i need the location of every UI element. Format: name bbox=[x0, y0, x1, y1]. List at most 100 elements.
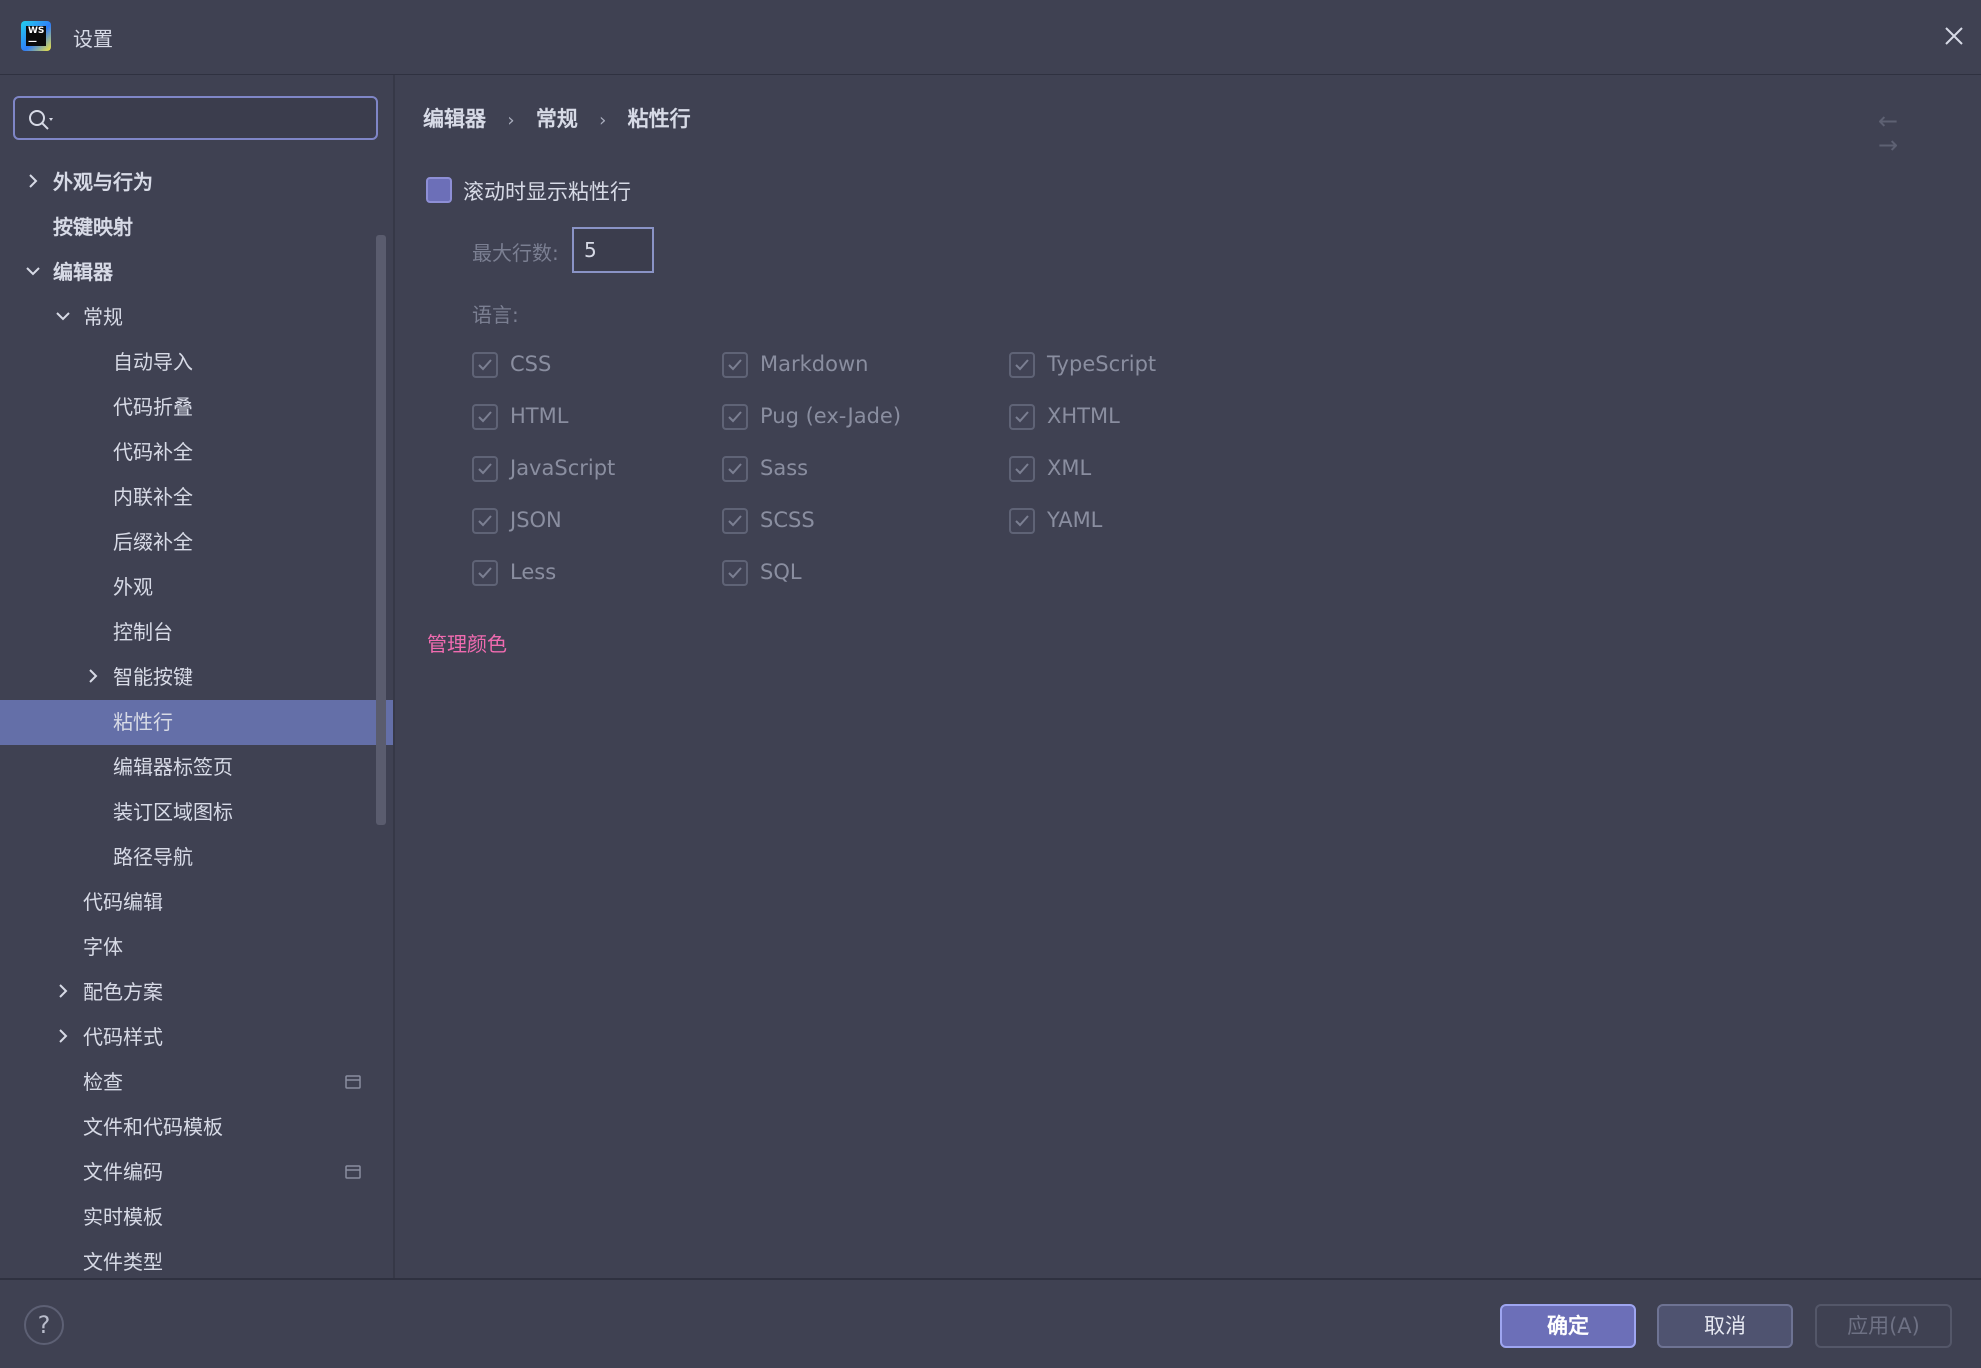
language-checkbox[interactable] bbox=[1009, 404, 1035, 430]
breadcrumb-separator: › bbox=[599, 110, 607, 131]
cancel-button[interactable]: 取消 bbox=[1657, 1304, 1793, 1348]
search-icon bbox=[29, 110, 53, 130]
language-label[interactable]: TypeScript bbox=[1047, 352, 1156, 376]
language-label[interactable]: Pug (ex-Jade) bbox=[760, 404, 901, 428]
language-label[interactable]: JSON bbox=[510, 508, 562, 532]
language-checkbox[interactable] bbox=[472, 404, 498, 430]
sidebar-item-editor[interactable]: 编辑器 bbox=[0, 250, 393, 295]
title-bar: WS — 设置 bbox=[0, 0, 1981, 75]
language-label[interactable]: SCSS bbox=[760, 508, 815, 532]
sidebar-item-code-folding[interactable]: 代码折叠 bbox=[0, 385, 393, 430]
chevron-right-icon bbox=[59, 984, 68, 998]
language-checkbox[interactable] bbox=[722, 404, 748, 430]
sidebar-item-code-editing[interactable]: 代码编辑 bbox=[0, 880, 393, 925]
language-label[interactable]: Less bbox=[510, 560, 556, 584]
language-checkbox[interactable] bbox=[722, 560, 748, 586]
language-checkbox[interactable] bbox=[1009, 508, 1035, 534]
settings-search-input[interactable] bbox=[13, 96, 378, 140]
language-checkbox[interactable] bbox=[722, 508, 748, 534]
language-label[interactable]: XML bbox=[1047, 456, 1091, 480]
chevron-down-icon bbox=[56, 312, 70, 321]
sidebar-item-label: 文件和代码模板 bbox=[83, 1115, 223, 1139]
sidebar-item-smart-keys[interactable]: 智能按键 bbox=[0, 655, 393, 700]
back-arrow-icon[interactable]: ← bbox=[1878, 109, 1908, 133]
sidebar-item-inline-completion[interactable]: 内联补全 bbox=[0, 475, 393, 520]
checkmark-icon bbox=[1015, 359, 1029, 371]
checkmark-icon bbox=[1015, 411, 1029, 423]
chevron-right-icon bbox=[29, 174, 38, 188]
sidebar-item-code-style[interactable]: 代码样式 bbox=[0, 1015, 393, 1060]
sidebar-item-label: 内联补全 bbox=[113, 485, 193, 509]
sidebar-item-file-templates[interactable]: 文件和代码模板 bbox=[0, 1105, 393, 1150]
sidebar-item-label: 配色方案 bbox=[83, 980, 163, 1004]
chevron-right-icon bbox=[59, 1029, 68, 1043]
sidebar-item-label: 代码编辑 bbox=[83, 890, 163, 914]
checkmark-icon bbox=[478, 567, 492, 579]
sidebar-item-keymap[interactable]: 按键映射 bbox=[0, 205, 393, 250]
language-label[interactable]: SQL bbox=[760, 560, 802, 584]
sidebar-item-appearance[interactable]: 外观 bbox=[0, 565, 393, 610]
language-checkbox[interactable] bbox=[472, 508, 498, 534]
sidebar-item-appearance-behavior[interactable]: 外观与行为 bbox=[0, 160, 393, 205]
language-checkbox[interactable] bbox=[472, 456, 498, 482]
breadcrumb-item[interactable]: 常规 bbox=[536, 107, 578, 131]
forward-arrow-icon[interactable]: → bbox=[1878, 133, 1908, 157]
language-label[interactable]: XHTML bbox=[1047, 404, 1120, 428]
sidebar-item-label: 路径导航 bbox=[113, 845, 193, 869]
language-label[interactable]: Markdown bbox=[760, 352, 868, 376]
max-lines-field[interactable] bbox=[572, 227, 654, 273]
ok-button[interactable]: 确定 bbox=[1500, 1304, 1636, 1348]
languages-label: 语言: bbox=[472, 303, 519, 327]
language-checkbox[interactable] bbox=[472, 560, 498, 586]
checkmark-icon bbox=[478, 359, 492, 371]
sidebar-item-label: 文件编码 bbox=[83, 1160, 163, 1184]
max-lines-label: 最大行数: bbox=[472, 241, 559, 265]
apply-button[interactable]: 应用(A) bbox=[1815, 1304, 1952, 1348]
show-sticky-lines-label[interactable]: 滚动时显示粘性行 bbox=[463, 176, 631, 206]
sidebar-item-console[interactable]: 控制台 bbox=[0, 610, 393, 655]
breadcrumb: 编辑器 › 常规 › 粘性行 bbox=[423, 103, 691, 133]
webstorm-logo-icon: WS — bbox=[21, 21, 51, 51]
language-checkbox[interactable] bbox=[722, 352, 748, 378]
manage-colors-link[interactable]: 管理颜色 bbox=[427, 628, 507, 657]
sidebar-item-auto-import[interactable]: 自动导入 bbox=[0, 340, 393, 385]
sidebar-item-label: 粘性行 bbox=[113, 710, 173, 734]
sidebar-item-inspections[interactable]: 检查 bbox=[0, 1060, 393, 1105]
sidebar-item-general[interactable]: 常规 bbox=[0, 295, 393, 340]
settings-sidebar: 外观与行为 按键映射 编辑器 常规 自动导入 代码折叠 代码补全 内联补全 后缀… bbox=[0, 75, 395, 1278]
language-label[interactable]: YAML bbox=[1047, 508, 1102, 532]
close-icon[interactable] bbox=[1942, 24, 1966, 48]
sidebar-item-editor-tabs[interactable]: 编辑器标签页 bbox=[0, 745, 393, 790]
sidebar-item-breadcrumbs[interactable]: 路径导航 bbox=[0, 835, 393, 880]
language-checkbox[interactable] bbox=[472, 352, 498, 378]
chevron-right-icon bbox=[89, 669, 98, 683]
breadcrumb-item[interactable]: 编辑器 bbox=[423, 107, 486, 131]
show-sticky-lines-checkbox[interactable] bbox=[426, 177, 452, 203]
sidebar-item-postfix-completion[interactable]: 后缀补全 bbox=[0, 520, 393, 565]
dialog-footer: ? 确定 取消 应用(A) bbox=[0, 1278, 1981, 1368]
sidebar-item-label: 编辑器 bbox=[53, 260, 113, 284]
language-checkbox[interactable] bbox=[1009, 352, 1035, 378]
sidebar-scrollbar[interactable] bbox=[376, 235, 386, 825]
sidebar-item-label: 代码折叠 bbox=[113, 395, 193, 419]
language-label[interactable]: CSS bbox=[510, 352, 551, 376]
language-label[interactable]: JavaScript bbox=[510, 456, 615, 480]
language-checkbox[interactable] bbox=[722, 456, 748, 482]
sidebar-item-font[interactable]: 字体 bbox=[0, 925, 393, 970]
language-label[interactable]: HTML bbox=[510, 404, 568, 428]
sidebar-item-live-templates[interactable]: 实时模板 bbox=[0, 1195, 393, 1240]
language-checkbox[interactable] bbox=[1009, 456, 1035, 482]
checkmark-icon bbox=[728, 567, 742, 579]
sidebar-item-code-completion[interactable]: 代码补全 bbox=[0, 430, 393, 475]
sidebar-item-gutter-icons[interactable]: 装订区域图标 bbox=[0, 790, 393, 835]
sidebar-item-label: 检查 bbox=[83, 1070, 123, 1094]
language-label[interactable]: Sass bbox=[760, 456, 808, 480]
sidebar-item-sticky-lines[interactable]: 粘性行 bbox=[0, 700, 393, 745]
sidebar-item-file-encodings[interactable]: 文件编码 bbox=[0, 1150, 393, 1195]
checkmark-icon bbox=[728, 411, 742, 423]
checkmark-icon bbox=[728, 463, 742, 475]
sidebar-item-color-scheme[interactable]: 配色方案 bbox=[0, 970, 393, 1015]
breadcrumb-separator: › bbox=[507, 110, 515, 131]
help-button[interactable]: ? bbox=[24, 1305, 64, 1345]
sidebar-item-label: 字体 bbox=[83, 935, 123, 959]
